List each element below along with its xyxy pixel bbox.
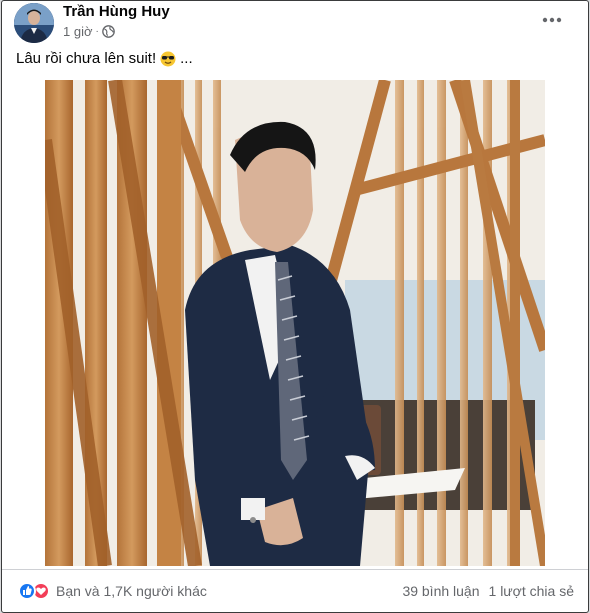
globe-icon[interactable] — [102, 25, 115, 38]
author-name[interactable]: Trần Hùng Huy — [63, 3, 170, 20]
post-footer: Bạn và 1,7K người khác 39 bình luận 1 lư… — [2, 569, 588, 612]
comments-count[interactable]: 39 bình luận — [402, 583, 479, 599]
caption-text: Lâu rồi chưa lên suit! — [16, 50, 157, 67]
like-icon — [18, 582, 36, 600]
facebook-post-card: Trần Hùng Huy 1 giờ · Lâu rồi chưa lên s… — [1, 0, 589, 613]
reaction-summary[interactable]: Bạn và 1,7K người khác — [18, 582, 207, 600]
post-photo[interactable] — [45, 80, 545, 566]
avatar-image — [14, 3, 54, 43]
meta-separator: · — [95, 26, 99, 37]
shares-count[interactable]: 1 lượt chia sẻ — [489, 583, 574, 599]
sunglasses-emoji-icon — [160, 51, 176, 67]
post-stats: 39 bình luận 1 lượt chia sẻ — [402, 583, 574, 599]
caption-ellipsis[interactable]: ... — [180, 50, 193, 67]
reactions-text[interactable]: Bạn và 1,7K người khác — [56, 583, 207, 599]
post-caption: Lâu rồi chưa lên suit! ... — [16, 50, 193, 67]
photo-illustration — [45, 80, 545, 566]
post-meta: 1 giờ · — [63, 24, 115, 39]
post-header: Trần Hùng Huy 1 giờ · — [2, 1, 588, 45]
author-avatar[interactable] — [14, 3, 54, 43]
more-horizontal-icon[interactable] — [534, 9, 570, 31]
post-time[interactable]: 1 giờ — [63, 24, 93, 39]
